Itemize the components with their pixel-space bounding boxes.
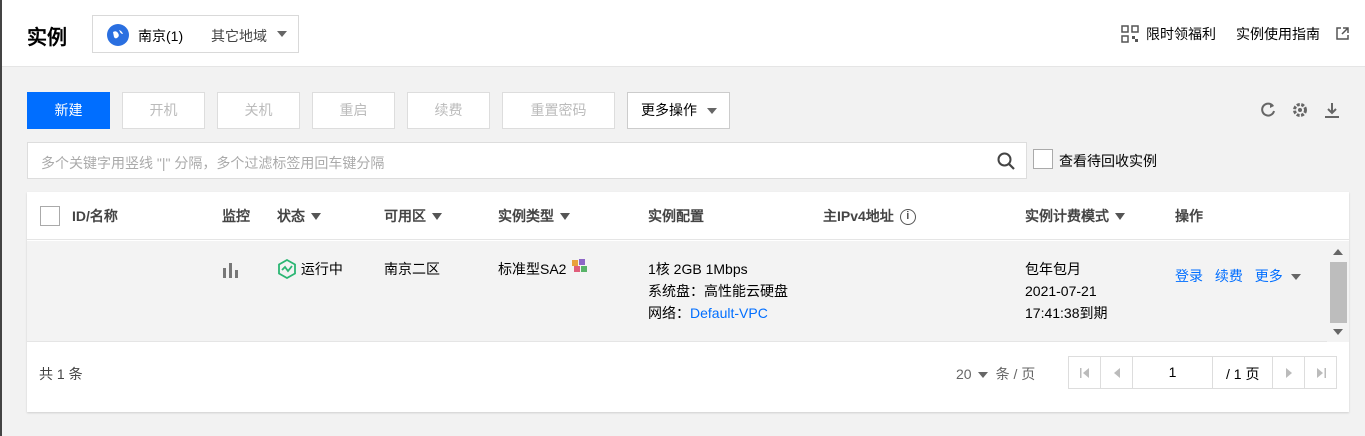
more-actions-label: 更多操作	[641, 102, 697, 118]
more-actions-dropdown[interactable]: 更多操作	[627, 92, 730, 129]
col-config: 实例配置	[648, 208, 704, 224]
start-button[interactable]: 开机	[122, 92, 205, 129]
prev-page-button[interactable]	[1101, 357, 1133, 388]
instance-type-cell: 标准型SA2	[498, 258, 589, 280]
filter-icon[interactable]	[311, 212, 321, 220]
total-pages: / 1 页	[1226, 366, 1260, 382]
scroll-down-icon[interactable]	[1333, 329, 1343, 335]
chevron-down-icon	[277, 31, 287, 37]
recycle-filter[interactable]: 查看待回收实例	[1033, 149, 1157, 169]
login-link[interactable]: 登录	[1175, 268, 1203, 284]
select-all-checkbox[interactable]	[40, 206, 60, 226]
gear-icon[interactable]	[1290, 100, 1310, 120]
page-size-selector[interactable]: 20 条 / 页	[956, 364, 1035, 384]
vertical-scrollbar[interactable]	[1327, 241, 1349, 342]
config-network: 网络：Default-VPC	[648, 305, 768, 321]
info-icon[interactable]: i	[899, 209, 916, 226]
scroll-up-icon[interactable]	[1333, 249, 1343, 255]
config-spec: 1核 2GB 1Mbps	[648, 261, 748, 277]
first-page-button[interactable]	[1069, 357, 1101, 388]
filter-icon[interactable]	[560, 212, 570, 220]
region-selector[interactable]: 南京(1) 其它地域	[92, 15, 299, 53]
config-cell: 1核 2GB 1Mbps 系统盘：高性能云硬盘 网络：Default-VPC	[648, 258, 788, 324]
new-instance-button[interactable]: 新建	[27, 92, 110, 129]
status-text: 运行中	[300, 261, 343, 277]
shutdown-button[interactable]: 关机	[217, 92, 300, 129]
top-bar: 实例 南京(1) 其它地域 限时领福利 实例使用指南	[2, 0, 1365, 67]
col-billing[interactable]: 实例计费模式	[1025, 206, 1125, 226]
col-actions: 操作	[1175, 208, 1203, 224]
renew-button[interactable]: 续费	[407, 92, 490, 129]
col-monitor: 监控	[222, 208, 250, 224]
search-placeholder: 多个关键字用竖线 "|" 分隔，多个过滤标签用回车键分隔	[41, 155, 385, 171]
refresh-icon[interactable]	[1258, 100, 1278, 120]
recycle-label: 查看待回收实例	[1059, 153, 1157, 169]
actions-cell: 登录 续费 更多	[1175, 265, 1301, 287]
download-icon[interactable]	[1322, 100, 1342, 120]
col-instance-type[interactable]: 实例类型	[498, 206, 570, 226]
col-zone[interactable]: 可用区	[384, 206, 442, 226]
chevron-down-icon	[707, 108, 717, 114]
vpc-link[interactable]: Default-VPC	[690, 305, 768, 321]
other-regions[interactable]: 其它地域	[211, 26, 267, 46]
search-icon[interactable]	[996, 151, 1016, 171]
more-link[interactable]: 更多	[1255, 268, 1283, 284]
current-region[interactable]: 南京(1)	[138, 26, 183, 46]
page-size-value: 20	[956, 366, 972, 382]
qr-gift-icon	[1121, 25, 1139, 43]
running-status-icon	[278, 259, 296, 280]
page-size-unit: 条 / 页	[995, 366, 1036, 382]
table-header: ID/名称 监控 状态 可用区 实例类型 实例配置 主IPv4地址 i 实例计费模…	[27, 192, 1349, 240]
billing-expire: 17:41:38到期	[1025, 305, 1108, 321]
next-page-button[interactable]	[1272, 357, 1304, 388]
zone-cell: 南京二区	[384, 261, 440, 277]
recycle-checkbox[interactable]	[1033, 149, 1053, 169]
restart-button[interactable]: 重启	[312, 92, 395, 129]
renew-link[interactable]: 续费	[1215, 268, 1243, 284]
search-input[interactable]: 多个关键字用竖线 "|" 分隔，多个过滤标签用回车键分隔	[27, 142, 1027, 179]
instance-table: ID/名称 监控 状态 可用区 实例类型 实例配置 主IPv4地址 i 实例计费模…	[27, 192, 1349, 412]
new-badge-icon	[572, 259, 588, 272]
pagination: 1 / 1 页	[1068, 356, 1337, 389]
config-disk: 系统盘：高性能云硬盘	[648, 283, 788, 299]
col-id-name: ID/名称	[72, 208, 118, 224]
globe-icon	[107, 24, 129, 46]
total-count: 共 1 条	[39, 366, 83, 382]
guide-link[interactable]: 实例使用指南	[1236, 24, 1320, 44]
last-page-button[interactable]	[1304, 357, 1336, 388]
chevron-down-icon	[977, 372, 988, 379]
scroll-thumb[interactable]	[1330, 262, 1347, 323]
bar-chart-icon[interactable]	[222, 262, 240, 278]
status-cell: 运行中	[277, 258, 343, 280]
billing-mode: 包年包月	[1025, 261, 1081, 277]
welfare-link[interactable]: 限时领福利	[1146, 24, 1216, 44]
table-row: 运行中 南京二区 标准型SA2 1核 2GB 1Mbps 系统盘：高性能云硬盘 …	[27, 241, 1327, 342]
page-number-input[interactable]: 1	[1133, 357, 1213, 388]
col-status[interactable]: 状态	[277, 206, 321, 226]
col-ipv4: 主IPv4地址 i	[823, 206, 916, 226]
external-link-icon	[1336, 27, 1349, 40]
billing-date: 2021-07-21	[1025, 283, 1097, 299]
billing-cell: 包年包月 2021-07-21 17:41:38到期	[1025, 258, 1108, 324]
filter-icon[interactable]	[1115, 212, 1125, 220]
reset-password-button[interactable]: 重置密码	[502, 92, 615, 129]
page-title: 实例	[27, 27, 67, 49]
chevron-down-icon	[1290, 274, 1301, 281]
filter-icon[interactable]	[432, 212, 442, 220]
